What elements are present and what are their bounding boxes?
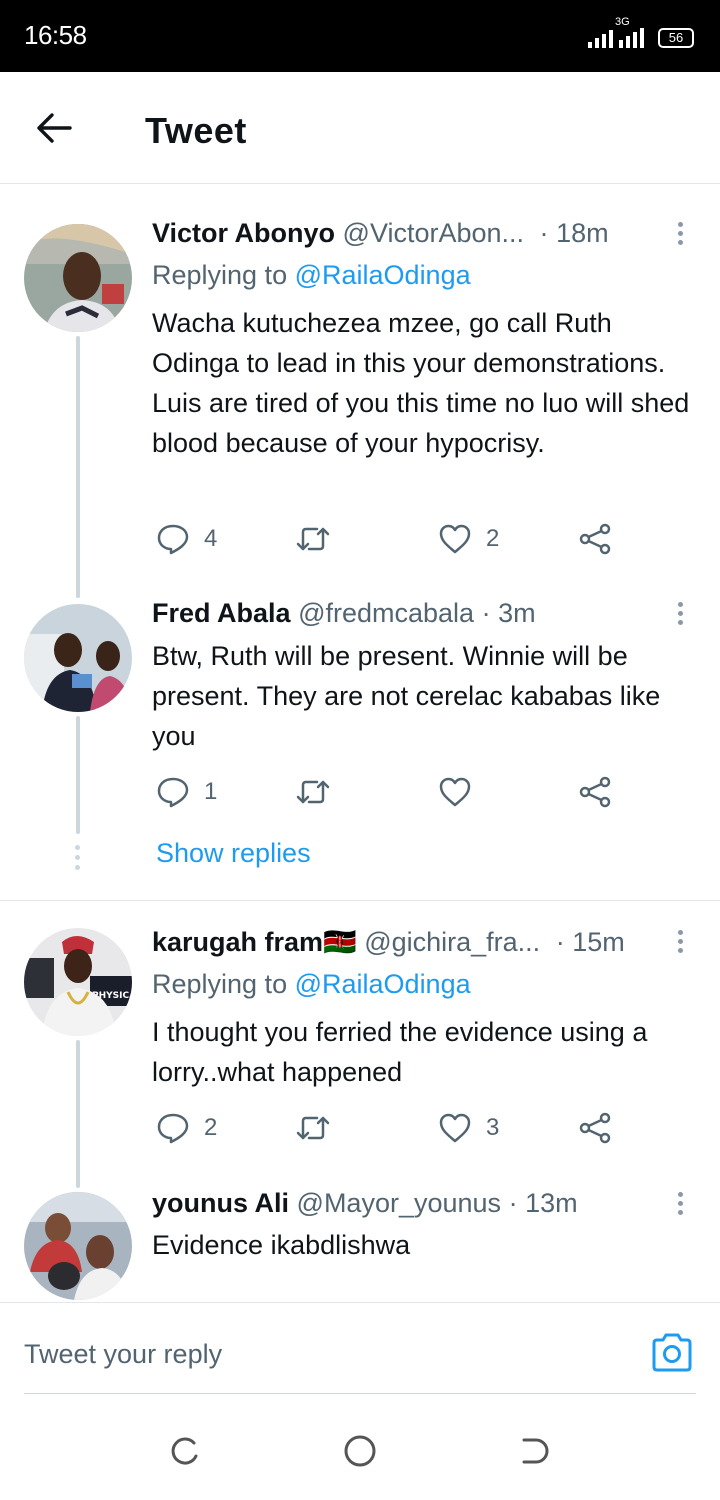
tweet-author-handle[interactable]: @Mayor_younus	[297, 1188, 502, 1218]
retweet-icon	[296, 780, 330, 804]
thread-line	[76, 336, 80, 598]
replying-to-link[interactable]: @RailaOdinga	[295, 969, 471, 999]
signal-icon-2: 3G	[615, 16, 644, 48]
reply-button[interactable]: 4	[156, 522, 217, 556]
tweet-author-name[interactable]: Fred Abala	[152, 598, 291, 628]
avatar[interactable]	[24, 224, 132, 332]
share-icon	[579, 1112, 611, 1144]
status-time: 16:58	[24, 20, 87, 50]
retweet-button[interactable]	[296, 775, 344, 809]
reply-count: 2	[204, 1114, 218, 1141]
heart-icon	[439, 1113, 471, 1143]
avatar[interactable]	[24, 604, 132, 712]
app-header: Tweet	[0, 72, 720, 184]
like-count: 2	[486, 525, 500, 552]
reply-button[interactable]: 1	[156, 775, 217, 809]
divider	[0, 900, 720, 901]
reply-icon	[157, 777, 189, 808]
more-options-icon[interactable]	[672, 930, 688, 960]
reply-icon	[157, 1113, 189, 1144]
reply-icon	[157, 524, 189, 555]
tweet-header: Victor Abonyo @VictorAbon... · 18m	[152, 218, 609, 249]
tweet-time: 15m	[572, 927, 625, 957]
tweet-author-handle[interactable]: @fredmcabala	[298, 598, 474, 628]
thread-line	[76, 1040, 80, 1188]
recent-apps-icon[interactable]	[168, 1434, 202, 1468]
retweet-button[interactable]	[296, 1111, 344, 1145]
retweet-button[interactable]	[296, 522, 344, 556]
avatar[interactable]	[24, 1192, 132, 1300]
battery-icon: 56	[658, 28, 694, 48]
replying-to: Replying to @RailaOdinga	[152, 260, 471, 291]
network-type: 3G	[615, 16, 630, 28]
more-options-icon[interactable]	[672, 222, 688, 252]
status-bar: 16:58 3G 56	[0, 0, 720, 72]
separator-dot: ·	[481, 598, 491, 628]
like-button[interactable]	[438, 775, 486, 809]
back-nav-icon[interactable]	[518, 1434, 552, 1468]
kenya-flag-emoji: 🇰🇪	[323, 927, 357, 957]
home-icon[interactable]	[343, 1434, 377, 1468]
separator-dot: ·	[508, 1188, 518, 1218]
camera-icon[interactable]	[650, 1333, 694, 1373]
retweet-icon	[296, 527, 330, 551]
tweet-text: I thought you ferried the evidence using…	[152, 1017, 648, 1087]
tweet-text: Wacha kutuchezea mzee, go call Ruth Odin…	[152, 308, 690, 458]
replying-prefix: Replying to	[152, 260, 288, 290]
tweet-actions: 2 3	[152, 1111, 672, 1151]
replying-to-link[interactable]: @RailaOdinga	[295, 260, 471, 290]
show-replies-link[interactable]: Show replies	[156, 838, 311, 869]
tweet-header: karugah fram🇰🇪 @gichira_fra... · 15m	[152, 926, 625, 958]
thread-line	[76, 716, 80, 834]
replying-prefix: Replying to	[152, 969, 288, 999]
status-icons: 3G 56	[588, 16, 694, 48]
more-options-icon[interactable]	[672, 1192, 688, 1222]
tweet-author-name[interactable]: younus Ali	[152, 1188, 289, 1218]
tweet-text: Btw, Ruth will be present. Winnie will b…	[152, 641, 661, 751]
tweet-author-handle[interactable]: @VictorAbon...	[343, 218, 525, 248]
retweet-icon	[296, 1116, 330, 1140]
reply-count: 4	[204, 525, 218, 552]
tweet-time: 13m	[525, 1188, 578, 1218]
reply-composer[interactable]: Tweet your reply	[0, 1302, 720, 1395]
share-icon	[579, 776, 611, 808]
tweet-author-name[interactable]: karugah fram	[152, 927, 323, 957]
share-icon	[579, 523, 611, 555]
tweet-author-name[interactable]: Victor Abonyo	[152, 218, 335, 248]
tweet-actions: 1	[152, 775, 672, 815]
tweet-author-handle[interactable]: @gichira_fra...	[364, 927, 540, 957]
heart-icon	[439, 777, 471, 807]
separator-dot: ·	[555, 927, 565, 957]
more-options-icon[interactable]	[672, 602, 688, 632]
reply-button[interactable]: 2	[156, 1111, 217, 1145]
arrow-left-icon[interactable]	[34, 108, 74, 148]
tweet-header: Fred Abala @fredmcabala · 3m	[152, 598, 536, 629]
thread-continuation-dots	[75, 845, 80, 875]
tweet-time: 3m	[498, 598, 536, 628]
like-button[interactable]: 2	[438, 522, 499, 556]
reply-count: 1	[204, 778, 218, 805]
tweet-text: Evidence ikabdlishwa	[152, 1230, 411, 1260]
tweet-header: younus Ali @Mayor_younus · 13m	[152, 1188, 578, 1219]
like-button[interactable]: 3	[438, 1111, 499, 1145]
share-button[interactable]	[578, 522, 612, 556]
tweet-time: 18m	[556, 218, 609, 248]
reply-input[interactable]: Tweet your reply	[24, 1339, 222, 1370]
system-nav-bar	[0, 1394, 720, 1500]
tweet-actions: 4 2	[152, 522, 672, 562]
avatar[interactable]: PHYSICA	[24, 928, 132, 1036]
signal-icon	[588, 26, 613, 48]
replying-to: Replying to @RailaOdinga	[152, 969, 471, 1000]
like-count: 3	[486, 1114, 500, 1141]
share-button[interactable]	[578, 1111, 612, 1145]
page-title: Tweet	[145, 110, 247, 151]
separator-dot: ·	[539, 218, 549, 248]
heart-icon	[439, 524, 471, 554]
share-button[interactable]	[578, 775, 612, 809]
